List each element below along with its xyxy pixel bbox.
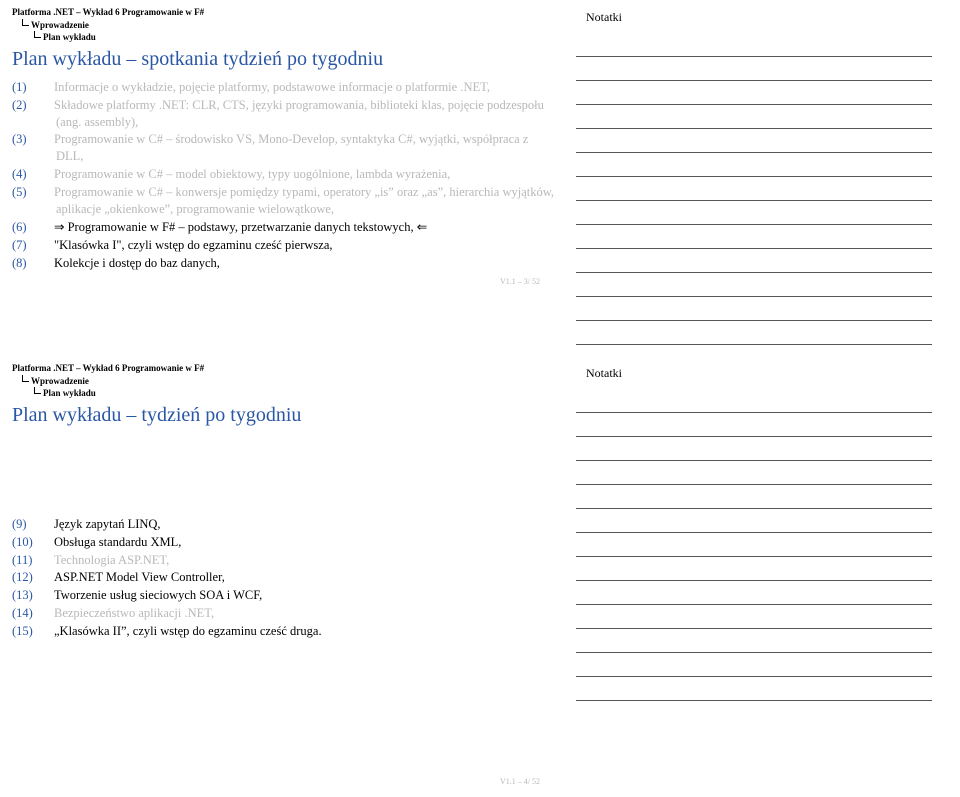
item-number: (14) bbox=[34, 605, 54, 622]
note-line bbox=[576, 437, 932, 461]
tree-icon bbox=[22, 375, 29, 382]
note-line bbox=[576, 297, 932, 321]
note-line bbox=[576, 225, 932, 249]
item-text: ASP.NET Model View Controller, bbox=[54, 570, 225, 584]
item-text: Składowe platformy .NET: CLR, CTS, język… bbox=[54, 98, 544, 129]
tree-icon bbox=[22, 19, 29, 26]
list-item: (9) Język zapytań LINQ, bbox=[34, 516, 558, 533]
note-line bbox=[576, 177, 932, 201]
outline-list: (9) Język zapytań LINQ,(10) Obsługa stan… bbox=[34, 516, 558, 640]
list-item: (10) Obsługa standardu XML, bbox=[34, 534, 558, 551]
note-line bbox=[576, 533, 932, 557]
item-text: Informacje o wykładzie, pojęcie platform… bbox=[54, 80, 490, 94]
note-line bbox=[576, 105, 932, 129]
note-line bbox=[576, 201, 932, 225]
content-area: Platforma .NET – Wykład 6 Programowanie … bbox=[0, 356, 570, 796]
content-area: Platforma .NET – Wykład 6 Programowanie … bbox=[0, 0, 570, 355]
list-item: (6) ⇒ Programowanie w F# – podstawy, prz… bbox=[34, 219, 558, 236]
notes-panel: Notatki bbox=[570, 356, 960, 796]
list-item: (8) Kolekcje i dostęp do baz danych, bbox=[34, 255, 558, 272]
list-item: (14) Bezpieczeństwo aplikacji .NET, bbox=[34, 605, 558, 622]
note-line bbox=[576, 581, 932, 605]
list-item: (15) „Klasówka II”, czyli wstęp do egzam… bbox=[34, 623, 558, 640]
outline-list: (1) Informacje o wykładzie, pojęcie plat… bbox=[34, 79, 558, 272]
note-line bbox=[576, 321, 932, 345]
item-text: Tworzenie usług sieciowych SOA i WCF, bbox=[54, 588, 262, 602]
list-item: (1) Informacje o wykładzie, pojęcie plat… bbox=[34, 79, 558, 96]
list-item: (11) Technologia ASP.NET, bbox=[34, 552, 558, 569]
item-text: Kolekcje i dostęp do baz danych, bbox=[54, 256, 220, 270]
item-text: Technologia ASP.NET, bbox=[54, 553, 169, 567]
note-line bbox=[576, 249, 932, 273]
crumb-l0: Platforma .NET – Wykład 6 Programowanie … bbox=[12, 6, 558, 19]
item-text: Programowanie w C# – środowisko VS, Mono… bbox=[54, 132, 528, 163]
item-text: Programowanie w C# – konwersje pomiędzy … bbox=[54, 185, 554, 216]
list-item: (4) Programowanie w C# – model obiektowy… bbox=[34, 166, 558, 183]
item-text: "Klasówka I", czyli wstęp do egzaminu cz… bbox=[54, 238, 333, 252]
note-line bbox=[576, 413, 932, 437]
item-number: (11) bbox=[34, 552, 54, 569]
item-number: (5) bbox=[34, 184, 54, 201]
item-number: (10) bbox=[34, 534, 54, 551]
note-line bbox=[576, 461, 932, 485]
item-number: (13) bbox=[34, 587, 54, 604]
item-number: (2) bbox=[34, 97, 54, 114]
crumb-l1: Wprowadzenie bbox=[22, 19, 558, 32]
item-text: Programowanie w C# – model obiektowy, ty… bbox=[54, 167, 450, 181]
note-line bbox=[576, 129, 932, 153]
note-line bbox=[576, 677, 932, 701]
item-number: (12) bbox=[34, 569, 54, 586]
item-number: (15) bbox=[34, 623, 54, 640]
page-title: Plan wykładu – spotkania tydzień po tygo… bbox=[12, 48, 558, 71]
note-line bbox=[576, 605, 932, 629]
page-title: Plan wykładu – tydzień po tygodniu bbox=[12, 404, 558, 427]
note-line bbox=[576, 57, 932, 81]
item-number: (3) bbox=[34, 131, 54, 148]
tree-icon bbox=[34, 31, 41, 38]
breadcrumb: Platforma .NET – Wykład 6 Programowanie … bbox=[12, 360, 558, 402]
note-line bbox=[576, 33, 932, 57]
item-number: (8) bbox=[34, 255, 54, 272]
item-text: „Klasówka II”, czyli wstęp do egzaminu c… bbox=[54, 624, 322, 638]
item-number: (1) bbox=[34, 79, 54, 96]
note-line bbox=[576, 81, 932, 105]
tree-icon bbox=[34, 387, 41, 394]
item-number: (7) bbox=[34, 237, 54, 254]
item-text: Obsługa standardu XML, bbox=[54, 535, 181, 549]
slide-number: V1.1 – 3/ 52 bbox=[12, 277, 558, 286]
slide-number: V1.1 – 4/ 52 bbox=[12, 777, 558, 786]
item-text: Język zapytań LINQ, bbox=[54, 517, 161, 531]
slide-bottom: Platforma .NET – Wykład 6 Programowanie … bbox=[0, 356, 960, 797]
item-number: (6) bbox=[34, 219, 54, 236]
breadcrumb: Platforma .NET – Wykład 6 Programowanie … bbox=[12, 4, 558, 46]
spacer bbox=[12, 641, 558, 771]
item-text: ⇒ Programowanie w F# – podstawy, przetwa… bbox=[54, 220, 427, 234]
item-number: (4) bbox=[34, 166, 54, 183]
note-line bbox=[576, 153, 932, 177]
note-line bbox=[576, 485, 932, 509]
note-line bbox=[576, 557, 932, 581]
list-item: (2) Składowe platformy .NET: CLR, CTS, j… bbox=[34, 97, 558, 131]
note-line bbox=[576, 509, 932, 533]
notes-label: Notatki bbox=[586, 10, 932, 25]
list-item: (5) Programowanie w C# – konwersje pomię… bbox=[34, 184, 558, 218]
slide-top: Platforma .NET – Wykład 6 Programowanie … bbox=[0, 0, 960, 356]
crumb-l0: Platforma .NET – Wykład 6 Programowanie … bbox=[12, 362, 558, 375]
list-item: (13) Tworzenie usług sieciowych SOA i WC… bbox=[34, 587, 558, 604]
item-text: Bezpieczeństwo aplikacji .NET, bbox=[54, 606, 214, 620]
list-item: (3) Programowanie w C# – środowisko VS, … bbox=[34, 131, 558, 165]
list-item: (12) ASP.NET Model View Controller, bbox=[34, 569, 558, 586]
note-line bbox=[576, 629, 932, 653]
spacer bbox=[12, 435, 558, 515]
notes-label: Notatki bbox=[586, 366, 932, 381]
list-item: (7) "Klasówka I", czyli wstęp do egzamin… bbox=[34, 237, 558, 254]
note-line bbox=[576, 653, 932, 677]
item-number: (9) bbox=[34, 516, 54, 533]
notes-panel: Notatki bbox=[570, 0, 960, 355]
note-line bbox=[576, 389, 932, 413]
crumb-l2: Plan wykładu bbox=[34, 31, 558, 44]
crumb-l2: Plan wykładu bbox=[34, 387, 558, 400]
note-line bbox=[576, 273, 932, 297]
crumb-l1: Wprowadzenie bbox=[22, 375, 558, 388]
